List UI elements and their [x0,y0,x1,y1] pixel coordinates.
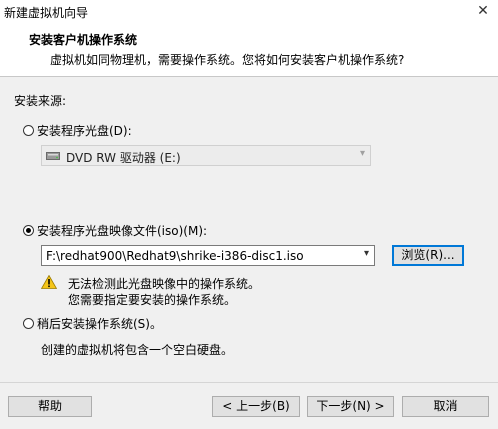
browse-button[interactable]: 浏览(R)... [392,245,464,266]
radio-checked-icon[interactable] [23,225,34,236]
later-note: 创建的虚拟机将包含一个空白硬盘。 [41,343,234,357]
footer-divider [0,382,498,383]
warning-icon [41,275,57,289]
chevron-down-icon: ▾ [359,148,365,159]
page-subtitle: 虚拟机如同物理机，需要操作系统。您将如何安装客户机操作系统? [50,53,405,67]
chevron-down-icon[interactable]: ▾ [364,248,369,259]
page-title: 安装客户机操作系统 [29,33,138,47]
radio-unchecked-icon[interactable] [23,125,34,136]
iso-option-label: 安装程序光盘映像文件(iso)(M): [37,224,208,238]
warning-line-2: 您需要指定要安装的操作系统。 [68,293,237,307]
back-button[interactable]: < 上一步(B) [212,396,300,417]
close-icon[interactable]: ✕ [468,0,498,24]
next-button[interactable]: 下一步(N) > [307,396,394,417]
radio-unchecked-icon[interactable] [23,318,34,329]
window-title: 新建虚拟机向导 [4,6,89,20]
help-button[interactable]: 帮助 [8,396,92,417]
disc-option-radio[interactable]: 安装程序光盘(D): [23,122,132,139]
disc-drive-select: DVD RW 驱动器 (E:) ▾ [41,145,371,166]
iso-path-combobox[interactable]: F:\redhat900\Redhat9\shrike-i386-disc1.i… [41,245,375,266]
dvd-drive-icon [46,152,60,160]
disc-drive-value: DVD RW 驱动器 (E:) [66,151,181,165]
title-bar: 新建虚拟机向导 ✕ [0,0,498,24]
cancel-button[interactable]: 取消 [402,396,489,417]
iso-path-value[interactable]: F:\redhat900\Redhat9\shrike-i386-disc1.i… [46,249,304,263]
wizard-header: 安装客户机操作系统 虚拟机如同物理机，需要操作系统。您将如何安装客户机操作系统? [0,24,498,77]
warning-line-1: 无法检测此光盘映像中的操作系统。 [68,277,261,291]
later-option-radio[interactable]: 稍后安装操作系统(S)。 [23,315,162,332]
iso-option-radio[interactable]: 安装程序光盘映像文件(iso)(M): [23,222,207,239]
disc-option-label: 安装程序光盘(D): [37,124,132,138]
install-source-label: 安装来源: [14,94,67,108]
later-option-label: 稍后安装操作系统(S)。 [37,317,162,331]
